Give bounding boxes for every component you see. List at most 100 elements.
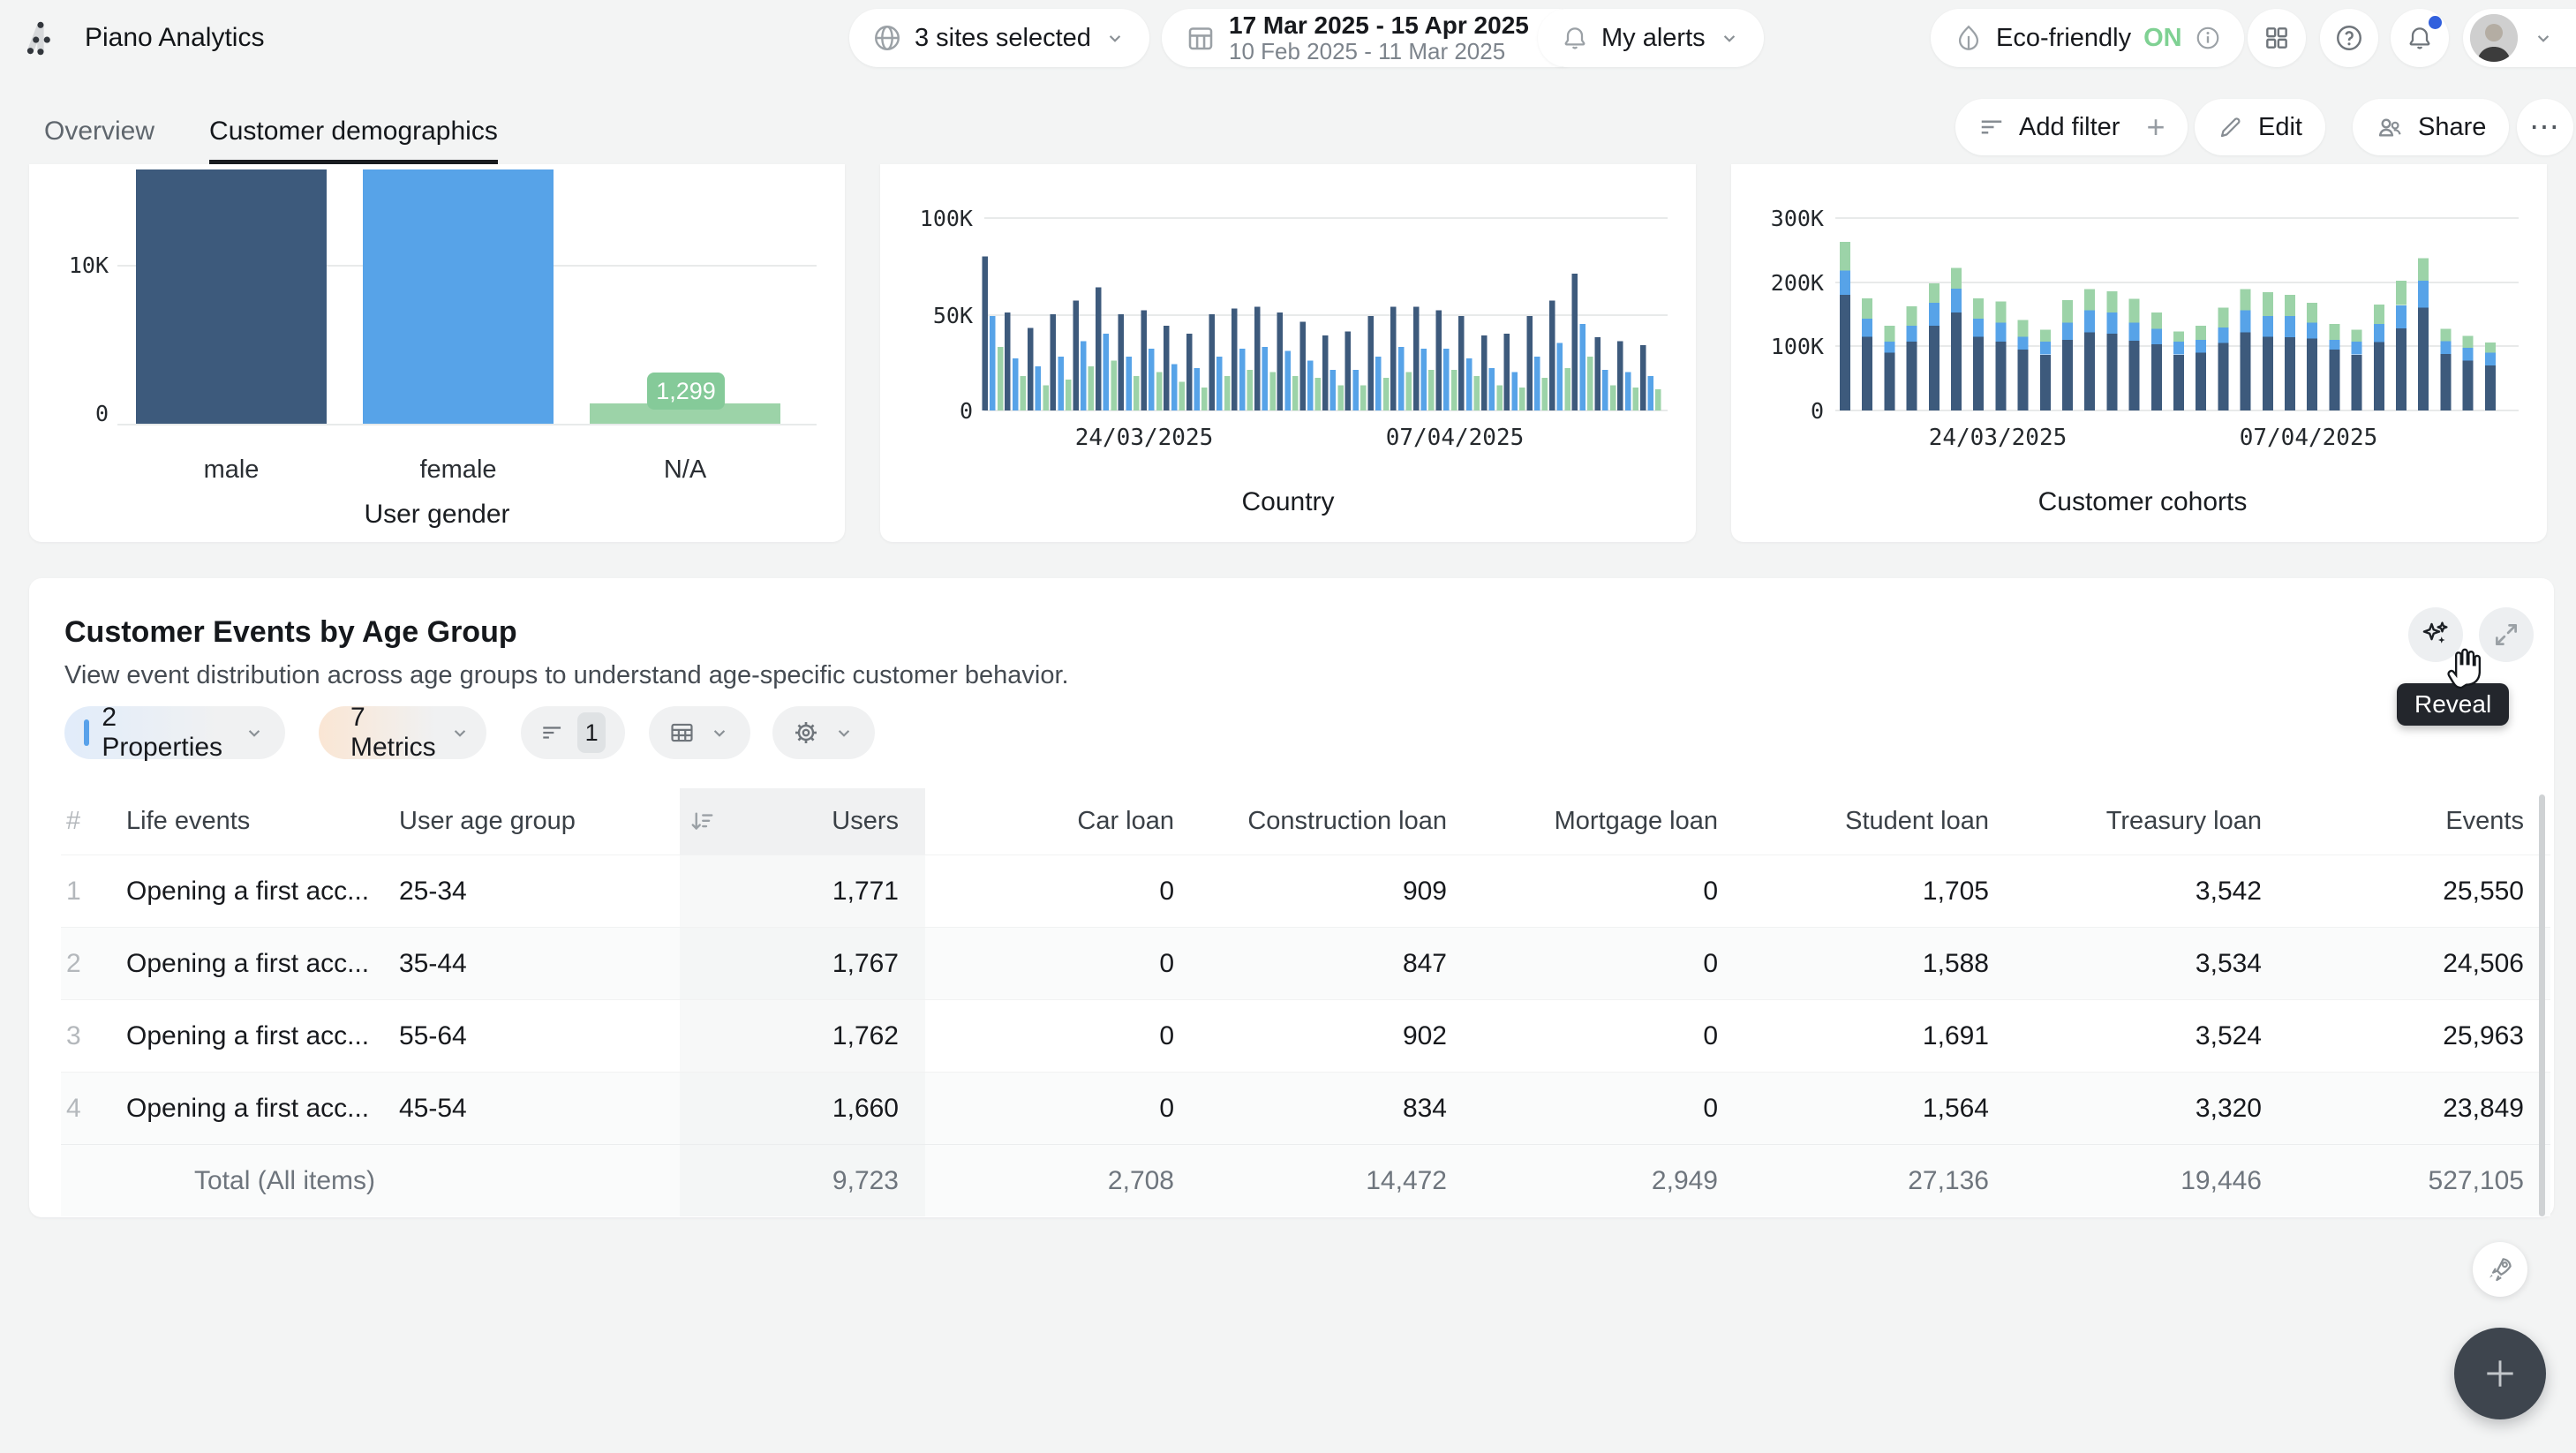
- stacked-bar-segment: [2106, 291, 2117, 312]
- stacked-bar-segment: [2062, 322, 2073, 340]
- users-cell: 1,660: [680, 1072, 925, 1144]
- globe-icon: [872, 23, 902, 53]
- user-menu[interactable]: [2463, 9, 2576, 67]
- apps-grid-button[interactable]: [2248, 9, 2306, 67]
- metrics-dropdown[interactable]: 7 Metrics: [319, 706, 486, 759]
- stacked-bar-segment: [2173, 342, 2184, 355]
- filter-pill[interactable]: 1: [521, 706, 625, 759]
- bar: [1232, 309, 1238, 411]
- column-header[interactable]: Treasury loan: [2015, 788, 2288, 854]
- table-scrollbar[interactable]: [2539, 794, 2545, 1216]
- column-header-rank[interactable]: #: [61, 788, 126, 854]
- bar: [1307, 360, 1314, 410]
- country-chart-card: 100K50K024/03/202507/04/2025Country: [880, 164, 1696, 542]
- events-table: #Life eventsUser age groupUsersCar loanC…: [61, 788, 2550, 1216]
- column-header[interactable]: Events: [2288, 788, 2550, 854]
- bar: [1073, 301, 1079, 410]
- dashboard-tabs: Overview Customer demographics: [44, 99, 498, 164]
- bar: [1489, 368, 1495, 410]
- bar: [1149, 349, 1155, 410]
- add-filter-button[interactable]: Add filter +: [1955, 99, 2188, 155]
- view-type-dropdown[interactable]: [649, 706, 750, 759]
- stacked-bar-segment: [2196, 340, 2206, 353]
- plus-icon: +: [2146, 109, 2165, 146]
- column-header[interactable]: Mortgage loan: [1473, 788, 1744, 854]
- share-button[interactable]: Share: [2353, 99, 2509, 155]
- more-options-button[interactable]: ⋯: [2517, 99, 2573, 155]
- stacked-bar-segment: [2062, 340, 2073, 410]
- stacked-bar-segment: [2151, 344, 2162, 410]
- bar: [1066, 380, 1072, 410]
- calendar-icon: [1185, 22, 1216, 54]
- bar: [1005, 312, 1011, 410]
- bar: [1292, 376, 1299, 410]
- bar: [1164, 326, 1170, 410]
- notifications-button[interactable]: [2391, 9, 2449, 67]
- bar: [1443, 349, 1450, 410]
- bar: [998, 347, 1004, 410]
- users-cell: 1,771: [680, 854, 925, 927]
- info-icon[interactable]: [2195, 25, 2221, 51]
- metric-cell: 1,705: [1744, 854, 2015, 927]
- notification-dot: [2429, 16, 2442, 29]
- stacked-bar-segment: [2374, 305, 2384, 324]
- bar: [1028, 327, 1034, 410]
- bar: [1617, 342, 1623, 411]
- bar: [1254, 306, 1261, 410]
- bar: [1390, 306, 1397, 410]
- age-group-cell: 55-64: [399, 999, 680, 1072]
- stacked-bar-segment: [2196, 353, 2206, 410]
- chart-title: User gender: [29, 500, 845, 530]
- chevron-down-icon: [2532, 26, 2555, 49]
- add-new-button[interactable]: [2454, 1328, 2546, 1419]
- expand-icon: [2491, 620, 2521, 650]
- bar: [1496, 386, 1503, 410]
- y-tick-label: 200K: [1771, 270, 1824, 296]
- stacked-bar-segment: [2418, 259, 2429, 281]
- stacked-bar-segment: [2418, 308, 2429, 410]
- metric-cell: 0: [925, 927, 1201, 999]
- ellipsis-icon: ⋯: [2529, 109, 2561, 145]
- stacked-bar-segment: [2218, 327, 2228, 343]
- stacked-bar-segment: [1862, 319, 1872, 336]
- stacked-bar-segment: [2352, 329, 2362, 342]
- life-event-cell: Opening a first acc...: [126, 999, 399, 1072]
- stacked-bar-segment: [2329, 340, 2339, 350]
- column-header-users[interactable]: Users: [680, 788, 925, 854]
- bar: [1156, 372, 1163, 410]
- pencil-icon: [2218, 114, 2244, 140]
- my-alerts-button[interactable]: My alerts: [1538, 9, 1764, 67]
- column-header[interactable]: Construction loan: [1201, 788, 1473, 854]
- properties-dropdown[interactable]: 2 Properties: [64, 706, 285, 759]
- help-button[interactable]: [2320, 9, 2378, 67]
- bar: [1413, 306, 1420, 410]
- edit-label: Edit: [2258, 113, 2302, 142]
- column-header[interactable]: User age group: [399, 788, 680, 854]
- column-header[interactable]: Car loan: [925, 788, 1201, 854]
- total-label: Total (All items): [126, 1144, 399, 1216]
- y-tick-label: 0: [47, 401, 109, 426]
- tab-customer-demographics[interactable]: Customer demographics: [209, 99, 498, 164]
- column-header[interactable]: Life events: [126, 788, 399, 854]
- user-gender-chart: 10K0malefemaleN/A1,299User gender: [29, 164, 845, 542]
- y-tick-label: 50K: [933, 303, 973, 328]
- life-event-cell: Opening a first acc...: [126, 1072, 399, 1144]
- site-selector[interactable]: 3 sites selected: [849, 9, 1149, 67]
- date-range-picker[interactable]: 17 Mar 2025 - 15 Apr 2025 10 Feb 2025 - …: [1162, 9, 1587, 67]
- edit-button[interactable]: Edit: [2195, 99, 2325, 155]
- boost-button[interactable]: [2473, 1242, 2527, 1297]
- tab-overview[interactable]: Overview: [44, 99, 154, 164]
- bar: [1579, 324, 1586, 410]
- eco-friendly-toggle[interactable]: Eco-friendly ON: [1931, 9, 2244, 67]
- bar: [1141, 311, 1147, 410]
- avatar: [2470, 14, 2518, 62]
- x-category-label: female: [363, 455, 554, 485]
- bar: [1201, 388, 1208, 410]
- stacked-bar-segment: [1951, 312, 1962, 410]
- bar: [1549, 301, 1555, 410]
- stacked-bar-segment: [1929, 283, 1940, 303]
- stacked-bar-segment: [2440, 354, 2451, 410]
- customer-cohorts-chart-card: 300K200K100K024/03/202507/04/2025Custome…: [1731, 164, 2547, 542]
- column-header[interactable]: Student loan: [1744, 788, 2015, 854]
- settings-dropdown[interactable]: [772, 706, 875, 759]
